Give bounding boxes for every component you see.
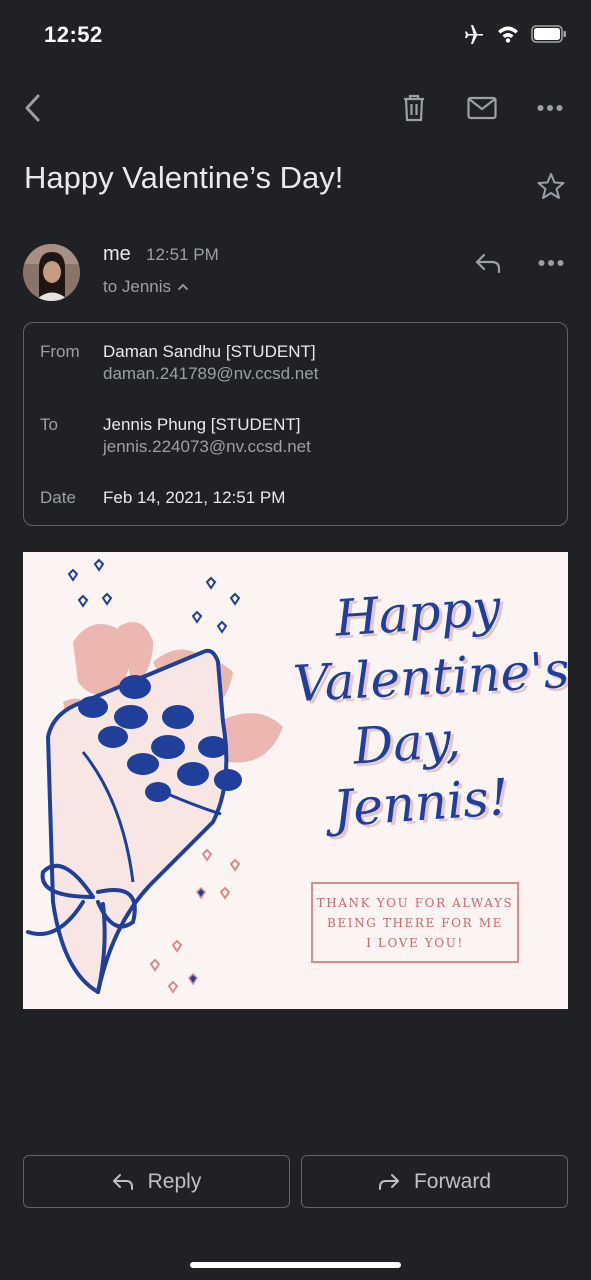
card-title-line-2: Valentine's [291,640,568,714]
recipient-details: From Daman Sandhu [STUDENT] daman.241789… [23,322,568,526]
mail-icon [467,96,497,120]
battery-icon [531,25,567,48]
forward-icon [378,1173,399,1190]
card-title-line-4: Jennis! [331,767,511,839]
home-indicator[interactable] [190,1262,401,1268]
avatar[interactable] [23,244,80,301]
from-label: From [40,342,80,361]
to-name: Jennis Phung [STUDENT] [103,415,301,434]
reply-button[interactable]: Reply [23,1155,290,1208]
chevron-up-icon [178,283,188,290]
reply-quick-button[interactable] [470,245,506,281]
to-label: To [40,415,58,434]
sender-name: me [103,243,131,265]
card-message-line-3: I LOVE YOU! [366,935,464,950]
star-button[interactable] [533,168,569,204]
card-title-line-3: Day, [351,710,463,776]
forward-button[interactable]: Forward [301,1155,568,1208]
avatar-photo [23,244,80,301]
reply-icon [112,1173,133,1190]
card-message-line-2: BEING THERE FOR ME [327,915,503,930]
status-icons [463,24,567,49]
airplane-icon [463,24,485,49]
sent-time: 12:51 PM [146,245,219,264]
more-button[interactable] [528,86,572,130]
star-icon [537,173,565,199]
date-value: Feb 14, 2021, 12:51 PM [103,488,286,507]
recipients-toggle[interactable]: to Jennis [103,277,189,297]
valentine-card-image: Happy Valentine's Day, Jennis! THANK YOU… [23,552,568,1009]
back-button[interactable] [10,86,54,130]
card-message-line-1: THANK YOU FOR ALWAYS [316,895,514,910]
mark-unread-button[interactable] [460,86,504,130]
email-subject: Happy Valentine’s Day! [24,160,344,195]
card-message-box: THANK YOU FOR ALWAYS BEING THERE FOR ME … [311,882,519,963]
from-name: Daman Sandhu [STUDENT] [103,342,316,361]
delete-button[interactable] [392,86,436,130]
status-time: 12:52 [44,22,103,47]
to-email[interactable]: jennis.224073@nv.ccsd.net [103,437,311,457]
more-icon [537,105,563,111]
more-icon [538,260,564,266]
to-line-label: to Jennis [103,277,172,296]
wifi-icon [497,25,519,48]
reply-icon [475,253,501,274]
status-bar: 12:52 [0,0,591,70]
trash-icon [404,94,424,122]
card-title-line-1: Happy [333,578,503,648]
back-icon [25,94,40,122]
from-email[interactable]: daman.241789@nv.ccsd.net [103,364,318,384]
message-more-button[interactable] [533,245,569,281]
forward-label: Forward [413,1169,492,1193]
date-label: Date [40,488,76,507]
toolbar [0,80,591,140]
reply-label: Reply [147,1169,202,1193]
